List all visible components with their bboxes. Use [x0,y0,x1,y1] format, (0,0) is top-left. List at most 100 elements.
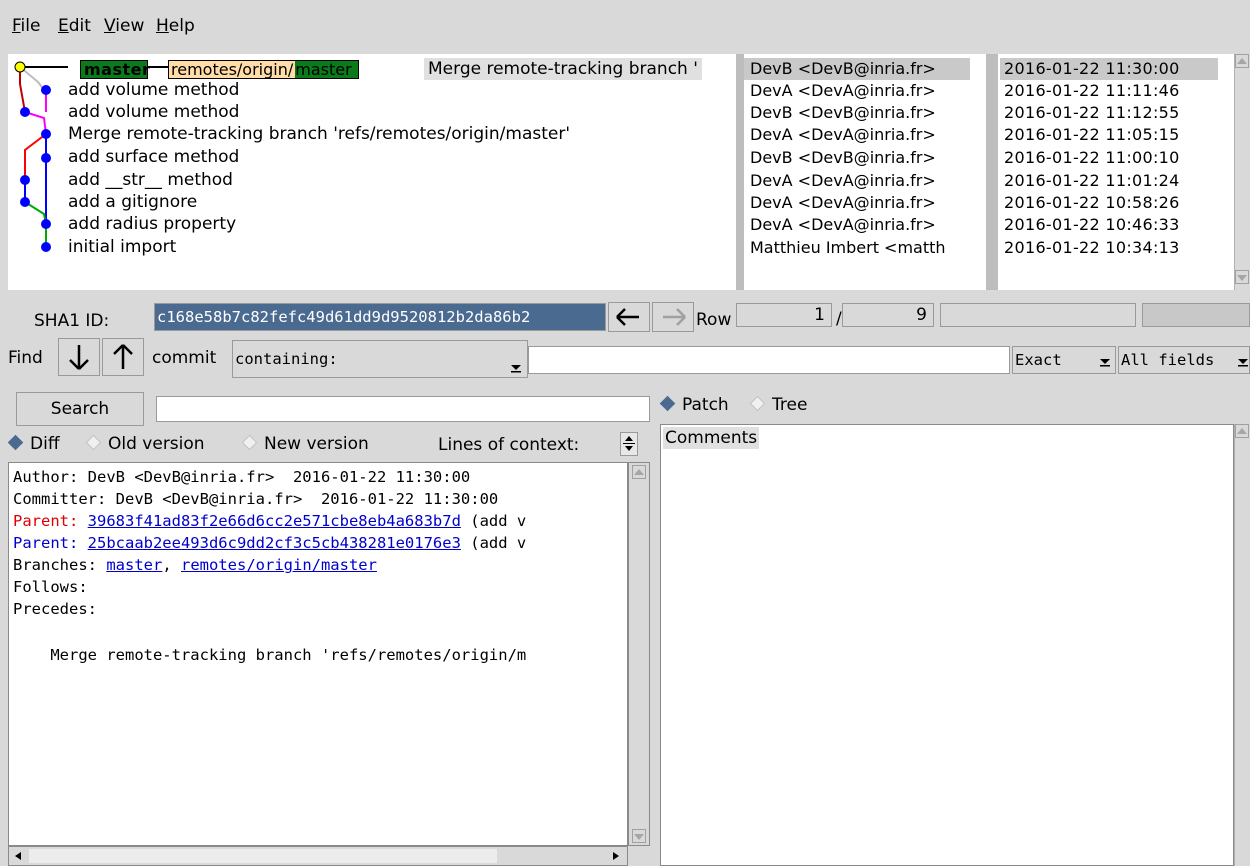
author-row[interactable]: DevB <DevB@inria.fr> [744,58,970,80]
branch-tag-remote[interactable]: remotes/origin/master [168,60,359,79]
scroll-down-icon[interactable] [632,829,646,843]
containing-value: containing: [235,350,338,368]
sha1-input[interactable]: c168e58b7c82fefc49d61dd9d9520812b2da86b2 [154,303,606,331]
diff-horizontal-scrollbar[interactable] [8,846,628,866]
comments-entry[interactable]: Comments [663,427,760,449]
scroll-up-icon[interactable] [1235,54,1249,68]
all-fields-dropdown[interactable]: All fields [1118,346,1250,374]
commit-row[interactable]: add volume method [68,79,239,101]
search-button[interactable]: Search [16,392,144,426]
menu-help[interactable]: Help [156,16,195,36]
scroll-up-icon[interactable] [632,465,646,479]
date-row[interactable]: 2016-01-22 10:46:33 [1004,214,1180,236]
back-button[interactable] [608,302,650,332]
dropdown-arrow-icon [1238,359,1248,367]
parent-sha-link[interactable]: 25bcaab2ee493d6c9dd2cf3c5cb438281e0176e3 [88,534,461,552]
commit-row[interactable]: add a gitignore [68,191,197,213]
author-row[interactable]: DevA <DevA@inria.fr> [750,124,936,146]
date-row[interactable]: 2016-01-22 11:05:15 [1004,124,1180,146]
commit-message: Merge remote-tracking branch 'refs/remot… [13,646,527,664]
context-spinbox[interactable] [620,432,638,456]
date-row[interactable]: 2016-01-22 11:12:55 [1004,102,1180,124]
commit-details-pane[interactable]: Author: DevB <DevB@inria.fr> 2016-01-22 … [8,462,628,846]
status-field [1142,303,1250,327]
date-row[interactable]: 2016-01-22 11:00:10 [1004,147,1180,169]
find-down-button[interactable] [58,338,100,376]
patch-group: Patch [659,395,729,415]
scroll-left-icon[interactable] [11,849,25,863]
commit-row[interactable]: add volume method [68,101,239,123]
menu-file[interactable]: File [12,16,40,36]
date-row[interactable]: 2016-01-22 11:11:46 [1004,80,1180,102]
top-vertical-scrollbar[interactable] [1234,54,1250,290]
dropdown-arrow-icon [511,365,521,373]
commit-row[interactable]: initial import [68,236,176,258]
tag-connector [148,66,168,68]
branch-link-master[interactable]: master [106,556,162,574]
search-input[interactable] [156,396,650,422]
scroll-up-icon[interactable] [1235,424,1249,438]
forward-button[interactable] [652,302,694,332]
new-version-label[interactable]: New version [264,434,369,454]
find-label: Find [8,348,43,368]
menu-edit[interactable]: Edit [58,16,91,36]
menu-view[interactable]: View [104,16,144,36]
diff-radio-icon[interactable] [7,434,24,451]
patch-radio-icon[interactable] [659,395,676,412]
author-line: Author: DevB <DevB@inria.fr> 2016-01-22 … [13,468,471,486]
horizontal-scroll-thumb[interactable] [29,849,497,863]
new-version-group: New version [241,434,369,454]
tree-label[interactable]: Tree [772,395,807,415]
arrow-down-icon [69,345,89,370]
author-row[interactable]: DevB <DevB@inria.fr> [750,147,936,169]
commit-row[interactable]: Merge remote-tracking branch 'refs/remot… [68,123,570,145]
author-row[interactable]: DevA <DevA@inria.fr> [750,170,936,192]
pane-sash[interactable] [986,54,998,290]
commit-headline-selected[interactable]: Merge remote-tracking branch ' [424,58,702,80]
date-pane[interactable]: 2016-01-22 11:30:00 2016-01-22 11:11:46 … [998,54,1234,290]
arrow-right-icon [663,308,686,326]
commit-row[interactable]: add __str__ method [68,169,233,191]
comments-vertical-scrollbar[interactable] [1234,424,1250,866]
follows-line: Follows: [13,578,88,596]
find-up-button[interactable] [102,338,144,376]
containing-dropdown[interactable]: containing: [232,340,528,378]
commit-row[interactable]: add surface method [68,146,239,168]
date-row[interactable]: 2016-01-22 10:58:26 [1004,192,1180,214]
diff-vertical-scrollbar[interactable] [628,462,650,846]
old-version-radio-icon[interactable] [85,434,102,451]
author-row[interactable]: DevB <DevB@inria.fr> [750,102,936,124]
branch-link-remote[interactable]: remotes/origin/master [181,556,377,574]
find-input[interactable] [528,346,1010,374]
author-row[interactable]: Matthieu Imbert <matth [750,237,946,259]
parent-label: Parent: [13,534,88,552]
file-list-pane[interactable]: Comments [660,424,1234,866]
branch-tag-master[interactable]: master [80,60,150,79]
branches-label: Branches: [13,556,107,574]
pane-sash[interactable] [736,54,744,290]
date-row[interactable]: 2016-01-22 10:34:13 [1004,237,1180,259]
commit-graph-pane[interactable]: master remotes/origin/master Merge remot… [8,54,736,290]
exact-dropdown[interactable]: Exact [1012,346,1116,374]
tree-radio-icon[interactable] [749,395,766,412]
scroll-down-icon[interactable] [1235,270,1249,284]
menu-bar: File Edit View Help [0,0,1250,50]
arrow-up-icon [113,344,133,369]
diff-label[interactable]: Diff [30,434,60,454]
author-row[interactable]: DevA <DevA@inria.fr> [750,192,936,214]
patch-label[interactable]: Patch [682,395,729,415]
date-row[interactable]: 2016-01-22 11:30:00 [1000,58,1218,80]
parent-summary: (add v [460,534,527,552]
commit-row[interactable]: add radius property [68,213,236,235]
tree-group: Tree [749,395,807,415]
date-row[interactable]: 2016-01-22 11:01:24 [1004,170,1180,192]
author-pane[interactable]: DevB <DevB@inria.fr> DevA <DevA@inria.fr… [744,54,986,290]
parent-sha-link[interactable]: 39683f41ad83f2e66d6cc2e571cbe8eb4a683b7d [88,512,461,530]
scroll-right-icon[interactable] [609,849,623,863]
new-version-radio-icon[interactable] [241,434,258,451]
old-version-label[interactable]: Old version [108,434,205,454]
row-current-field: 1 [736,303,832,327]
author-row[interactable]: DevA <DevA@inria.fr> [750,214,936,236]
arrow-left-icon [616,308,639,326]
author-row[interactable]: DevA <DevA@inria.fr> [750,80,936,102]
